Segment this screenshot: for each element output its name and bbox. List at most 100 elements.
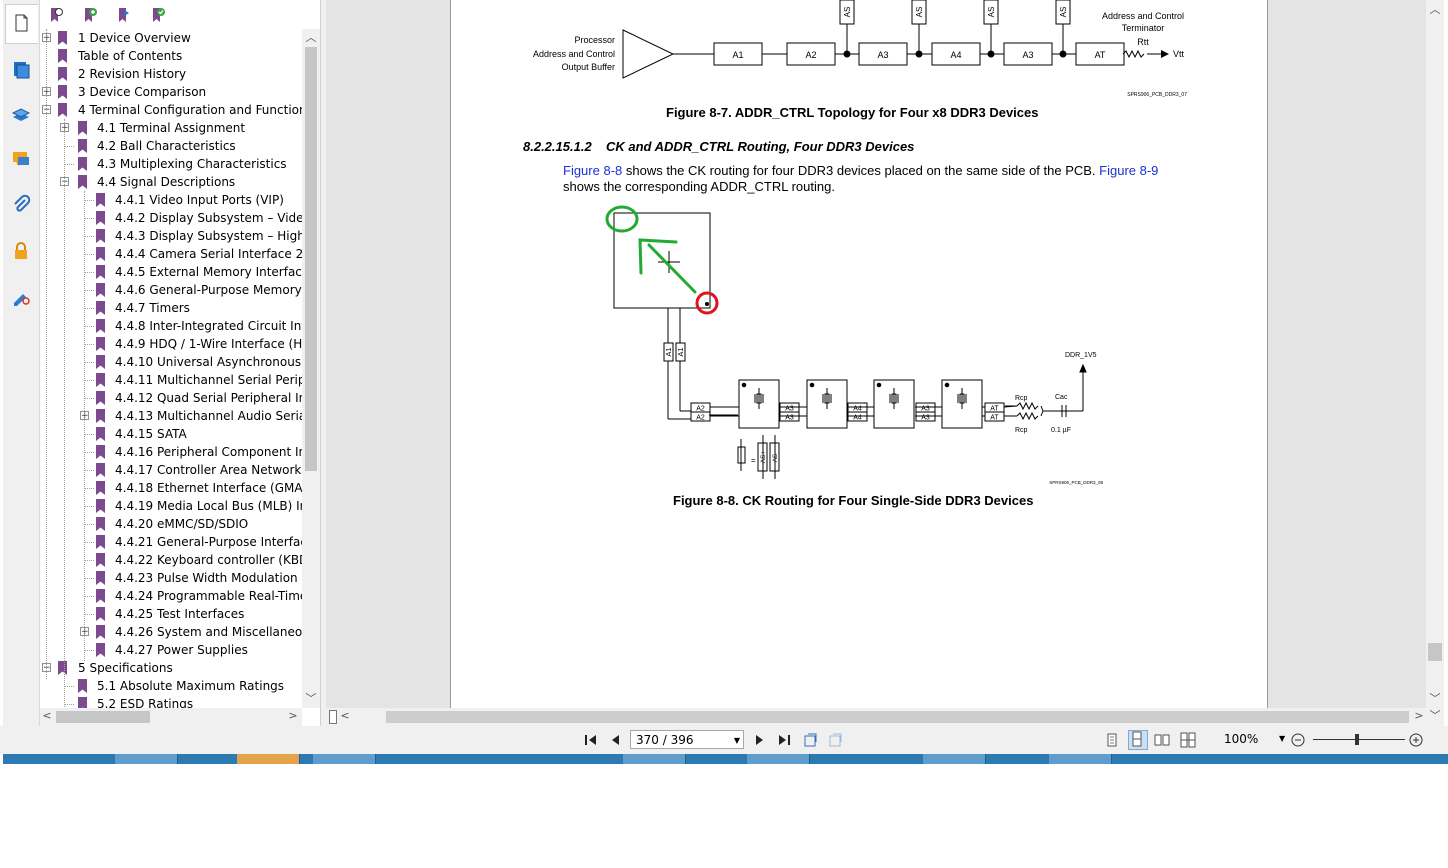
bookmark-item[interactable]: 2 Revision History	[40, 65, 302, 83]
next-page-icon[interactable]	[751, 732, 767, 748]
zoom-slider-thumb[interactable]	[1355, 734, 1359, 745]
first-page-icon[interactable]	[583, 732, 599, 748]
zoom-in-icon[interactable]	[1408, 732, 1424, 748]
figure-8-8-link[interactable]: Figure 8-8	[563, 163, 622, 178]
figure-8-9-link[interactable]: Figure 8-9	[1099, 163, 1158, 178]
bookmark-item[interactable]: 4.4.10 Universal Asynchronous Re	[40, 353, 302, 371]
taskbar-app-4[interactable]	[747, 754, 810, 764]
bookmark-item[interactable]: 4.4.25 Test Interfaces	[40, 605, 302, 623]
bookmark-options-icon[interactable]	[47, 6, 65, 24]
bookmark-item[interactable]: 5.2 ESD Ratings	[40, 695, 302, 708]
bookmark-item[interactable]: 4.4.9 HDQ / 1-Wire Interface (HD	[40, 335, 302, 353]
find-bookmark-icon[interactable]	[149, 6, 167, 24]
bookmark-item[interactable]: 4.4.8 Inter-Integrated Circuit Inte	[40, 317, 302, 335]
bookmark-item[interactable]: +4.4.26 System and Miscellaneous	[40, 623, 302, 641]
scroll-left-arrow-icon[interactable]: <	[40, 709, 54, 723]
bookmark-item[interactable]: 4.3 Multiplexing Characteristics	[40, 155, 302, 173]
bookmark-item[interactable]: 4.4.23 Pulse Width Modulation (P	[40, 569, 302, 587]
comments-icon[interactable]	[8, 146, 34, 172]
bookmark-label: 4.4.23 Pulse Width Modulation (P	[115, 571, 302, 585]
doc-scroll-down-corner-icon[interactable]: ﹀	[1428, 709, 1442, 723]
taskbar-app-6[interactable]	[1049, 754, 1112, 764]
bookmark-item[interactable]: 4.4.22 Keyboard controller (KBD)	[40, 551, 302, 569]
bookmarks-horizontal-scrollbar[interactable]: < >	[40, 708, 302, 726]
bookmark-item[interactable]: 4.4.20 eMMC/SD/SDIO	[40, 515, 302, 533]
scroll-right-arrow-icon[interactable]: >	[286, 709, 300, 723]
zoom-slider[interactable]	[1313, 739, 1405, 740]
doc-scroll-left-icon[interactable]: <	[338, 709, 352, 723]
bookmark-item[interactable]: 4.4.7 Timers	[40, 299, 302, 317]
doc-scroll-up-icon[interactable]: ︿	[1428, 3, 1442, 17]
bookmarks-scroll-thumb[interactable]	[305, 47, 317, 471]
taskbar-app-3[interactable]	[623, 754, 686, 764]
bookmark-item[interactable]: −4.4 Signal Descriptions	[40, 173, 302, 191]
bookmark-item[interactable]: 4.4.24 Programmable Real-Time U	[40, 587, 302, 605]
bookmark-item[interactable]: −5 Specifications	[40, 659, 302, 677]
doc-vscroll-thumb[interactable]	[1428, 643, 1442, 661]
bookmark-item[interactable]: +1 Device Overview	[40, 29, 302, 47]
zoom-out-icon[interactable]	[1290, 732, 1306, 748]
bookmark-item[interactable]: 4.4.17 Controller Area Network In	[40, 461, 302, 479]
page-number-input[interactable]: 370 / 396 ▼	[630, 730, 744, 749]
continuous-view-icon[interactable]	[1128, 730, 1148, 750]
doc-hscroll-thumb[interactable]	[386, 711, 1409, 723]
bookmark-item[interactable]: Table of Contents	[40, 47, 302, 65]
bookmark-item[interactable]: 4.4.19 Media Local Bus (MLB) Int	[40, 497, 302, 515]
bookmarks-hscroll-thumb[interactable]	[56, 711, 150, 723]
bookmark-item[interactable]: 4.2 Ball Characteristics	[40, 137, 302, 155]
zoom-dropdown-icon[interactable]: ▼	[1279, 734, 1285, 743]
last-page-icon[interactable]	[776, 732, 792, 748]
bookmark-item[interactable]: 5.1 Absolute Maximum Ratings	[40, 677, 302, 695]
bookmark-item[interactable]: +4.4.13 Multichannel Audio Serial P	[40, 407, 302, 425]
bookmark-item[interactable]: +4.1 Terminal Assignment	[40, 119, 302, 137]
facing-view-icon[interactable]	[1154, 732, 1170, 748]
bookmark-item[interactable]: 4.4.15 SATA	[40, 425, 302, 443]
bookmark-label: 4.4.13 Multichannel Audio Serial P	[115, 409, 302, 423]
bookmark-item[interactable]: 4.4.3 Display Subsystem – High-D	[40, 227, 302, 245]
document-vertical-scrollbar[interactable]: ︿ ﹀	[1426, 0, 1444, 708]
scroll-down-arrow-icon[interactable]: ﹀	[304, 692, 318, 706]
layers-icon[interactable]	[8, 56, 34, 82]
doc-scroll-right-icon[interactable]: >	[1412, 709, 1426, 723]
bookmark-item[interactable]: 4.4.4 Camera Serial Interface 2 C	[40, 245, 302, 263]
bookmark-item[interactable]: 4.4.11 Multichannel Serial Periphe	[40, 371, 302, 389]
bookmark-item[interactable]: 4.4.2 Display Subsystem – Video	[40, 209, 302, 227]
bookmark-item[interactable]: 4.4.6 General-Purpose Memory Co	[40, 281, 302, 299]
taskbar-app-active[interactable]	[237, 754, 300, 764]
page-dropdown-icon[interactable]: ▼	[734, 731, 740, 750]
bookmark-item[interactable]: 4.4.1 Video Input Ports (VIP)	[40, 191, 302, 209]
previous-page-icon[interactable]	[608, 732, 624, 748]
lock-icon[interactable]	[8, 238, 34, 264]
bookmark-item[interactable]: +3 Device Comparison	[40, 83, 302, 101]
fig7-as-label: AS	[1059, 7, 1068, 18]
signature-icon[interactable]	[8, 283, 34, 309]
scroll-up-arrow-icon[interactable]: ︿	[304, 31, 318, 45]
bookmark-item[interactable]: −4 Terminal Configuration and Functions	[40, 101, 302, 119]
page-thumbnails-icon[interactable]	[8, 10, 34, 36]
bookmark-item[interactable]: 4.4.27 Power Supplies	[40, 641, 302, 659]
bookmark-item[interactable]: 4.4.21 General-Purpose Interface	[40, 533, 302, 551]
single-page-view-icon[interactable]	[1104, 732, 1120, 748]
zoom-level[interactable]: 100%	[1224, 732, 1258, 746]
bookmark-item[interactable]: 4.4.18 Ethernet Interface (GMAC	[40, 479, 302, 497]
bookmark-item[interactable]: 4.4.5 External Memory Interface	[40, 263, 302, 281]
taskbar-app-1[interactable]	[115, 754, 178, 764]
document-horizontal-scrollbar[interactable]: < > ﹀	[326, 708, 1444, 726]
next-view-icon[interactable]	[827, 732, 843, 748]
bookmarks-stack-icon[interactable]	[8, 102, 34, 128]
doc-scroll-down-icon[interactable]: ﹀	[1428, 692, 1442, 706]
taskbar-app-5[interactable]	[923, 754, 986, 764]
paragraph-line-1: Figure 8-8 shows the CK routing for four…	[563, 163, 1159, 178]
bookmarks-vertical-scrollbar[interactable]: ︿ ﹀	[302, 29, 320, 708]
attachment-icon[interactable]	[8, 192, 34, 218]
taskbar-app-2[interactable]	[313, 754, 376, 764]
bookmark-item[interactable]: 4.4.12 Quad Serial Peripheral Inte	[40, 389, 302, 407]
split-handle[interactable]	[329, 710, 337, 724]
previous-view-icon[interactable]	[802, 732, 818, 748]
expand-bookmark-icon[interactable]	[115, 6, 133, 24]
continuous-facing-icon[interactable]	[1180, 732, 1196, 748]
bookmark-item[interactable]: 4.4.16 Peripheral Component Int	[40, 443, 302, 461]
add-bookmark-icon[interactable]	[81, 6, 99, 24]
bookmark-flag-icon	[96, 463, 105, 477]
bookmark-label: 4.4.21 General-Purpose Interface	[115, 535, 302, 549]
